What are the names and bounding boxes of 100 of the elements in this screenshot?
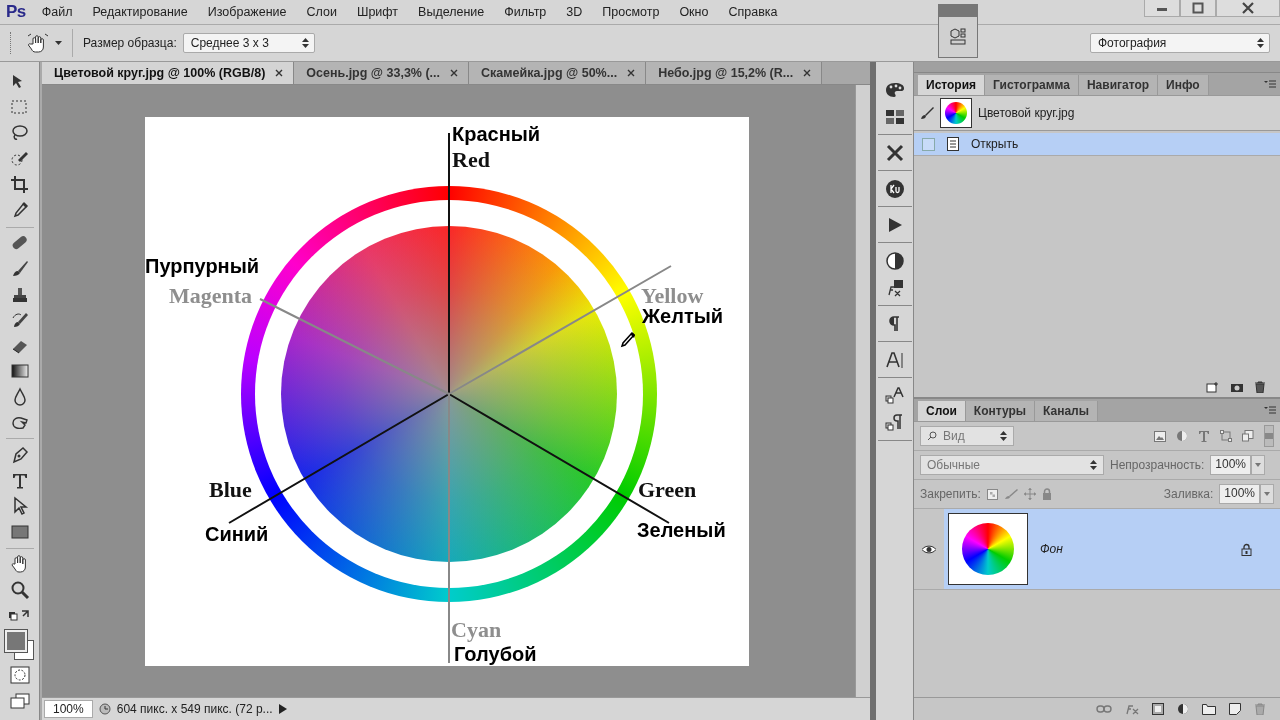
- snapshot-thumbnail: [940, 98, 972, 128]
- wheel-label: Magenta: [169, 283, 253, 309]
- play-icon[interactable]: [886, 216, 903, 233]
- close-icon[interactable]: [627, 69, 636, 77]
- document-tab-label: Осень.jpg @ 33,3% (...: [306, 66, 441, 80]
- panel-tab[interactable]: Гистограмма: [985, 75, 1079, 95]
- adjustment-circle-icon[interactable]: [885, 251, 904, 270]
- character-icon[interactable]: [885, 350, 904, 369]
- panel-tab[interactable]: Навигатор: [1078, 75, 1159, 95]
- close-icon[interactable]: [803, 69, 812, 77]
- new-document-from-state-icon[interactable]: [1206, 381, 1220, 393]
- spinner-arrows-icon: [301, 38, 309, 48]
- folder-icon[interactable]: [1202, 703, 1216, 715]
- camera-icon[interactable]: [1230, 381, 1244, 393]
- menu-item[interactable]: Изображение: [207, 5, 287, 19]
- document-icon: [947, 137, 959, 151]
- menu-item[interactable]: Фильтр: [504, 5, 547, 19]
- filter-toggle-icon[interactable]: [1264, 425, 1274, 447]
- menu-item[interactable]: Просмотр: [602, 5, 660, 19]
- wheel-label: Green: [638, 477, 697, 503]
- panel-tab[interactable]: Каналы: [1035, 401, 1098, 421]
- sample-size-label: Размер образца:: [83, 36, 177, 50]
- menu-item[interactable]: Слои: [306, 5, 337, 19]
- menu-item[interactable]: Выделение: [418, 5, 485, 19]
- swatches-icon[interactable]: [885, 109, 904, 124]
- wheel-label: Blue: [209, 477, 252, 503]
- type-filter-icon[interactable]: [1198, 430, 1210, 442]
- panel-tab[interactable]: История: [918, 75, 986, 95]
- palette-icon[interactable]: [884, 81, 905, 98]
- eye-icon[interactable]: [922, 544, 936, 554]
- paragraph-styles-icon[interactable]: [884, 413, 905, 432]
- quick-mask-icon[interactable]: [9, 666, 30, 685]
- spinner-arrows-icon: [1090, 460, 1097, 470]
- document-tab[interactable]: Небо.jpg @ 15,2% (R...: [646, 62, 823, 84]
- play-arrow-icon[interactable]: [278, 704, 287, 714]
- menu-item[interactable]: Шрифт: [356, 5, 399, 19]
- close-icon[interactable]: [450, 69, 459, 77]
- adjustment-filter-icon[interactable]: [1176, 430, 1188, 442]
- lock-transparent-icon[interactable]: [986, 488, 998, 500]
- layer-name: Фон: [1040, 542, 1064, 556]
- fill-label: Заливка:: [1163, 487, 1214, 501]
- panel-tab[interactable]: Инфо: [1158, 75, 1209, 95]
- layer-row[interactable]: Фон: [944, 509, 1280, 589]
- eyedropper-cursor-icon: [619, 332, 635, 350]
- history-step[interactable]: Открыть: [914, 133, 1280, 156]
- shape-filter-icon[interactable]: [1220, 430, 1232, 442]
- fx-icon[interactable]: [885, 278, 904, 297]
- adjustment-icon[interactable]: [1177, 703, 1189, 715]
- document-tab-label: Небо.jpg @ 15,2% (R...: [658, 66, 794, 80]
- opacity-label: Непрозрачность:: [1110, 458, 1205, 472]
- image-filter-icon[interactable]: [1154, 430, 1166, 442]
- link-icon[interactable]: [1096, 704, 1112, 714]
- smart-object-filter-icon[interactable]: [1242, 430, 1254, 442]
- menu-item[interactable]: Файл: [41, 5, 73, 19]
- document-tab[interactable]: Осень.jpg @ 33,3% (...: [294, 62, 470, 84]
- sample-size-dropdown[interactable]: Среднее 3 х 3: [182, 33, 315, 53]
- character-styles-icon[interactable]: [884, 386, 905, 405]
- menu-item[interactable]: Окно: [679, 5, 709, 19]
- workspace-dropdown[interactable]: Фотография: [1090, 33, 1270, 53]
- fill-field[interactable]: 100%: [1219, 484, 1260, 504]
- ku-circle-icon[interactable]: [884, 178, 905, 199]
- document-tab[interactable]: Скамейка.jpg @ 50%...: [469, 62, 647, 84]
- pilcrow-icon[interactable]: [888, 315, 901, 332]
- wheel-label: Пурпурный: [145, 255, 260, 278]
- new-layer-icon[interactable]: [1229, 703, 1241, 715]
- maximize-icon[interactable]: [1192, 2, 1204, 14]
- trash-icon[interactable]: [1254, 381, 1266, 393]
- close-icon[interactable]: [275, 69, 284, 77]
- caret-icon[interactable]: [55, 41, 62, 45]
- layer-filter-dropdown[interactable]: Вид: [920, 426, 1014, 446]
- menu-item[interactable]: 3D: [566, 5, 583, 19]
- color-swatches-drawing[interactable]: [4, 630, 35, 661]
- menu-item[interactable]: Редактирование: [92, 5, 188, 19]
- snapshot-name[interactable]: Цветовой круг.jpg: [978, 106, 1075, 120]
- lock-icon: [1241, 542, 1252, 556]
- vertical-scrollbar[interactable]: [855, 85, 870, 697]
- menu-item[interactable]: Справка: [728, 5, 778, 19]
- screen-mode-icon[interactable]: [9, 692, 30, 709]
- wheel-label: Голубой: [454, 643, 537, 666]
- app-logo: Ps: [6, 2, 26, 22]
- document-tab-label: Скамейка.jpg @ 50%...: [481, 66, 618, 80]
- crop-tool-icon[interactable]: [9, 175, 30, 196]
- spinner-arrows-icon: [1000, 431, 1007, 441]
- swap-colors-icon[interactable]: [7, 608, 32, 623]
- zoom-tool-icon[interactable]: [9, 580, 30, 601]
- mask-icon[interactable]: [1152, 703, 1164, 715]
- close-icon[interactable]: [1242, 2, 1254, 14]
- document-tab-label: Цветовой круг.jpg @ 100% (RGB/8): [54, 66, 266, 80]
- opacity-field[interactable]: 100%: [1210, 455, 1251, 475]
- 3d-panel-icon[interactable]: [949, 27, 967, 45]
- blend-mode-dropdown[interactable]: Обычные: [920, 455, 1104, 475]
- document-tab[interactable]: Цветовой круг.jpg @ 100% (RGB/8): [42, 62, 295, 84]
- wheel-label: Red: [452, 147, 490, 173]
- search-icon: [927, 431, 937, 441]
- panel-tab[interactable]: Слои: [918, 401, 966, 421]
- hand-tool-icon[interactable]: [27, 33, 49, 53]
- panel-tab[interactable]: Контуры: [965, 401, 1035, 421]
- document-info: 604 пикс. x 549 пикс. (72 р...: [116, 702, 273, 716]
- history-brush-icon[interactable]: [920, 106, 934, 120]
- zoom-field[interactable]: 100%: [44, 700, 93, 718]
